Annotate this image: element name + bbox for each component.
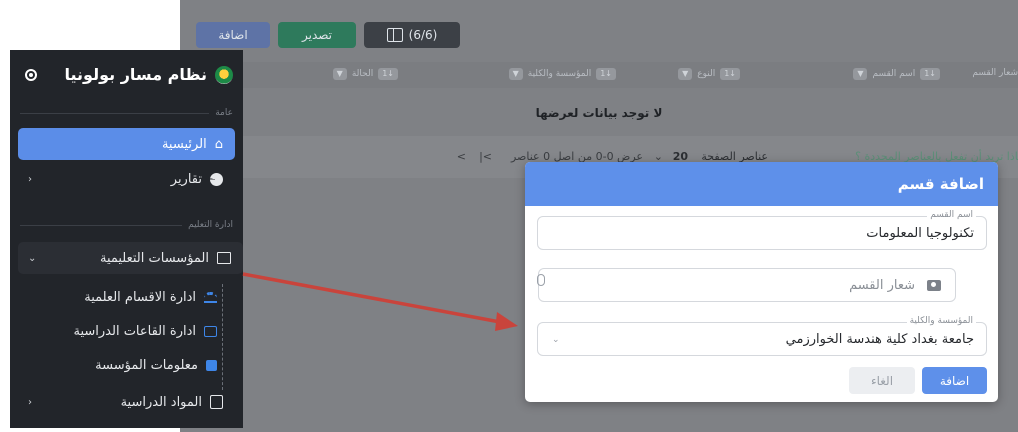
add-button[interactable]: اضافة bbox=[196, 22, 270, 48]
empty-message: لا توجد بيانات لعرضها bbox=[535, 106, 663, 120]
submit-button[interactable]: اضافة bbox=[922, 367, 987, 394]
add-department-modal: اضافة قسم اسم القسم تكنولوجيا المعلومات … bbox=[525, 162, 998, 402]
column-header-status[interactable]: ↓1 الحالة ▼ bbox=[332, 68, 398, 80]
sort-chip[interactable]: ↓1 bbox=[920, 68, 940, 80]
section-education: ادارة التعليم bbox=[20, 220, 233, 230]
divider bbox=[20, 112, 210, 114]
toolbar: اضافة تصدير (6/6) bbox=[196, 22, 460, 50]
divider bbox=[20, 224, 183, 226]
filter-icon[interactable]: ▼ bbox=[678, 68, 693, 80]
department-name-value: تكنولوجيا المعلومات bbox=[866, 226, 974, 241]
column-header-logo[interactable]: شعار القسم bbox=[972, 68, 1018, 78]
institution-legend: المؤسسة والكلية bbox=[906, 316, 976, 326]
columns-icon bbox=[386, 28, 403, 42]
chevron-down-icon: ⌄ bbox=[552, 335, 560, 345]
modal-title: اضافة قسم bbox=[525, 162, 998, 206]
home-icon: ⌂ bbox=[214, 136, 223, 152]
sidebar-item-home[interactable]: ⌂ الرئيسية bbox=[18, 128, 235, 160]
sidebar-subitem-departments[interactable]: ادارة الاقسام العلمية bbox=[84, 282, 217, 312]
table-header-row: شعار القسم ↓1 اسم القسم ▼ ↓1 النوع ▼ ↓1 … bbox=[180, 62, 1018, 88]
sidebar-subitem-institution-info[interactable]: معلومات المؤسسة bbox=[95, 350, 217, 380]
column-header-name[interactable]: ↓1 اسم القسم ▼ bbox=[853, 68, 940, 80]
chevron-left-icon: ‹ bbox=[28, 173, 32, 185]
subjects-icon bbox=[210, 395, 223, 409]
column-header-type[interactable]: ↓1 النوع ▼ bbox=[678, 68, 740, 80]
institution-value: جامعة بغداد كلية هندسة الخوارزمي bbox=[785, 332, 974, 347]
prev-page-icon[interactable]: > bbox=[457, 150, 466, 163]
sidebar: نظام مسار بولونيا عامة ⌂ الرئيسية تقارير… bbox=[10, 50, 243, 428]
department-logo-placeholder: شعار القسم bbox=[849, 278, 915, 293]
sidebar-subitem-halls[interactable]: ادارة القاعات الدراسية bbox=[73, 316, 217, 346]
sort-chip[interactable]: ↓1 bbox=[720, 68, 740, 80]
room-icon bbox=[204, 325, 217, 337]
radio-toggle-icon[interactable] bbox=[25, 69, 37, 81]
cancel-button[interactable]: الغاء bbox=[849, 367, 915, 394]
chevron-left-icon: ‹ bbox=[28, 396, 32, 408]
camera-icon bbox=[927, 280, 941, 291]
first-page-icon[interactable]: >| bbox=[479, 150, 492, 163]
section-general: عامة bbox=[20, 108, 233, 118]
department-name-field[interactable]: اسم القسم تكنولوجيا المعلومات bbox=[537, 210, 987, 250]
brand-title: نظام مسار بولونيا bbox=[64, 65, 208, 84]
info-icon bbox=[206, 359, 217, 371]
institution-select[interactable]: المؤسسة والكلية جامعة بغداد كلية هندسة ا… bbox=[537, 316, 987, 356]
column-header-institution[interactable]: ↓1 المؤسسة والكلية ▼ bbox=[508, 68, 616, 80]
paperclip-icon[interactable] bbox=[537, 274, 545, 286]
sort-chip[interactable]: ↓1 bbox=[378, 68, 398, 80]
building-icon bbox=[217, 252, 231, 264]
sidebar-item-subjects[interactable]: المواد الدراسية ‹ bbox=[18, 386, 235, 418]
filter-icon[interactable]: ▼ bbox=[332, 68, 347, 80]
chevron-down-icon: ⌄ bbox=[28, 252, 37, 264]
sidebar-item-institutions[interactable]: المؤسسات التعليمية ⌄ bbox=[18, 242, 243, 274]
brand[interactable]: نظام مسار بولونيا bbox=[64, 65, 233, 84]
columns-count: (6/6) bbox=[408, 28, 438, 42]
pie-chart-icon bbox=[210, 172, 223, 186]
columns-button[interactable]: (6/6) bbox=[364, 22, 460, 48]
sidebar-item-reports[interactable]: تقارير ‹ bbox=[18, 163, 235, 195]
department-name-legend: اسم القسم bbox=[927, 210, 976, 220]
export-button[interactable]: تصدير bbox=[278, 22, 356, 48]
filter-icon[interactable]: ▼ bbox=[853, 68, 868, 80]
people-icon bbox=[204, 291, 217, 303]
logo-icon bbox=[215, 65, 233, 84]
filter-icon[interactable]: ▼ bbox=[508, 68, 523, 80]
sort-chip[interactable]: ↓1 bbox=[596, 68, 616, 80]
department-logo-field[interactable]: شعار القسم bbox=[538, 268, 956, 302]
submenu-guide-line bbox=[222, 284, 223, 390]
